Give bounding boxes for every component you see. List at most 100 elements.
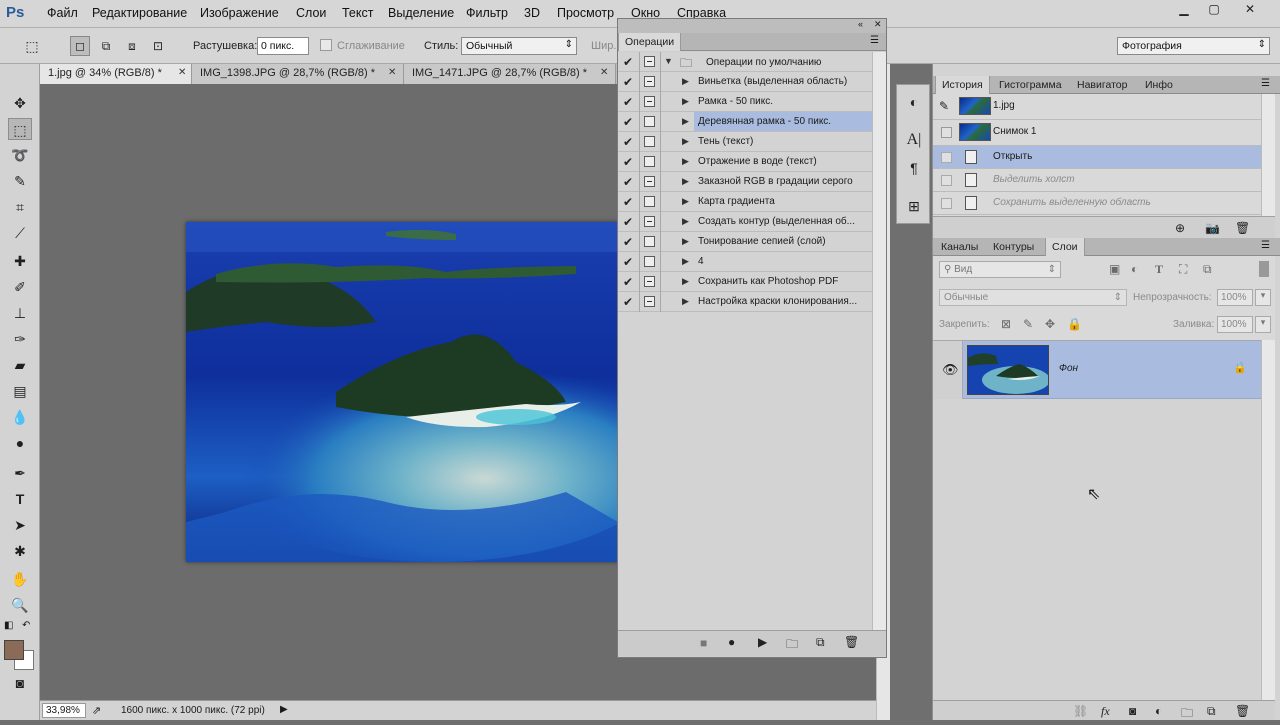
history-scrollbar[interactable] <box>1261 94 1275 216</box>
record-icon[interactable]: ● <box>728 635 735 649</box>
close-icon[interactable]: ✕ <box>874 19 882 30</box>
lock-position-icon[interactable]: ✥ <box>1045 317 1055 331</box>
check-icon[interactable]: ✔ <box>623 255 635 269</box>
history-source-box[interactable] <box>941 152 952 163</box>
new-document-from-state-icon[interactable]: ⊕ <box>1175 221 1185 235</box>
dialog-toggle[interactable] <box>644 216 655 227</box>
paragraph-icon[interactable]: ¶ <box>903 157 925 179</box>
minimize-icon[interactable]: ▁ <box>1170 0 1198 18</box>
export-icon[interactable]: ⇗ <box>92 704 101 717</box>
dialog-toggle[interactable] <box>644 296 655 307</box>
close-icon[interactable]: ✕ <box>178 67 186 78</box>
close-icon[interactable]: ✕ <box>1236 0 1264 18</box>
filter-pixel-icon[interactable]: ▣ <box>1109 262 1120 276</box>
lock-pixels-icon[interactable]: ✎ <box>1023 317 1033 331</box>
dialog-toggle[interactable] <box>644 96 655 107</box>
history-source-box[interactable] <box>941 175 952 186</box>
history-snapshot-1[interactable]: Снимок 1 <box>933 120 1261 146</box>
panel-menu-icon[interactable]: ☰ <box>870 35 879 46</box>
dialog-toggle[interactable] <box>644 116 655 127</box>
layer-comps-icon[interactable]: ⊞ <box>903 195 925 217</box>
chevron-down-icon[interactable]: ▾ <box>1255 289 1271 306</box>
move-tool-icon[interactable]: ✥ <box>8 92 32 114</box>
check-icon[interactable]: ✔ <box>623 235 635 249</box>
filter-smartobject-icon[interactable]: ⧉ <box>1203 262 1212 277</box>
tab-channels[interactable]: Каналы <box>935 238 984 256</box>
add-selection-icon[interactable]: ⧉ <box>96 36 116 56</box>
expand-right-icon[interactable]: ▶ <box>682 76 689 87</box>
antialias-checkbox[interactable] <box>320 39 332 51</box>
history-step[interactable]: Сохранить выделенную область <box>933 192 1261 215</box>
path-select-tool-icon[interactable]: ➤ <box>8 514 32 536</box>
filter-toggle[interactable] <box>1259 261 1269 277</box>
crop-tool-icon[interactable]: ⌗ <box>8 196 32 218</box>
check-icon[interactable]: ✔ <box>623 195 635 209</box>
dialog-toggle[interactable] <box>644 56 655 67</box>
action-row[interactable]: ✔ ▶ Рамка - 50 пикс. <box>618 92 872 112</box>
feather-input[interactable]: 0 пикс. <box>257 37 309 55</box>
menu-image[interactable]: Изображение <box>200 6 279 20</box>
action-row[interactable]: ✔ ▶ Создать контур (выделенная об... <box>618 212 872 232</box>
character-icon[interactable]: A| <box>903 129 925 151</box>
brush-tool-icon[interactable]: ✐ <box>8 276 32 298</box>
menu-select[interactable]: Выделение <box>388 6 454 20</box>
link-layers-icon[interactable]: ⛓ <box>1073 704 1088 718</box>
default-colors-icon[interactable]: ◧ <box>4 620 13 631</box>
action-set-row[interactable]: ✔ ▼ 🗀 Операции по умолчанию <box>618 52 872 72</box>
close-icon[interactable]: ✕ <box>600 67 608 78</box>
history-source-box[interactable] <box>941 198 952 209</box>
new-set-folder-icon[interactable]: 🗀 <box>786 635 798 656</box>
clone-stamp-tool-icon[interactable]: ⊥ <box>8 302 32 324</box>
dialog-toggle[interactable] <box>644 276 655 287</box>
check-icon[interactable]: ✔ <box>623 95 635 109</box>
lock-all-icon[interactable]: 🔒 <box>1067 317 1082 331</box>
new-layer-icon[interactable]: ⧉ <box>1207 704 1216 719</box>
expand-right-icon[interactable]: ▶ <box>682 256 689 267</box>
tab-navigator[interactable]: Навигатор <box>1071 76 1133 94</box>
play-icon[interactable]: ▶ <box>758 635 767 649</box>
dialog-toggle[interactable] <box>644 156 655 167</box>
action-row[interactable]: ✔ ▶ Отражение в воде (текст) <box>618 152 872 172</box>
dialog-toggle[interactable] <box>644 176 655 187</box>
quick-mask-icon[interactable]: ◙ <box>8 672 32 694</box>
dialog-toggle[interactable] <box>644 236 655 247</box>
adjustment-layer-icon[interactable]: ◐ <box>1155 704 1162 718</box>
type-tool-icon[interactable]: T <box>8 488 32 510</box>
expand-right-icon[interactable]: ▶ <box>682 136 689 147</box>
dialog-toggle[interactable] <box>644 136 655 147</box>
check-icon[interactable]: ✔ <box>623 75 635 89</box>
tab-img1471[interactable]: IMG_1471.JPG @ 28,7% (RGB/8) * ✕ <box>404 64 616 84</box>
menu-layers[interactable]: Слои <box>296 6 326 20</box>
panel-drag-bar[interactable]: « ✕ <box>618 19 886 33</box>
tab-layers[interactable]: Слои <box>1045 238 1085 256</box>
history-source-box[interactable] <box>941 127 952 138</box>
menu-view[interactable]: Просмотр <box>557 6 614 20</box>
menu-type[interactable]: Текст <box>342 6 373 20</box>
quick-select-tool-icon[interactable]: ✎ <box>8 170 32 192</box>
expand-down-icon[interactable]: ▼ <box>664 56 673 66</box>
eye-icon[interactable]: 👁 <box>942 362 959 378</box>
style-select[interactable]: Обычный <box>461 37 577 55</box>
blend-mode-select[interactable]: Обычные ⇕ <box>939 289 1127 306</box>
action-row[interactable]: ✔ ▶ Виньетка (выделенная область) <box>618 72 872 92</box>
add-mask-icon[interactable]: ◙ <box>1129 704 1136 718</box>
new-action-icon[interactable]: ⧉ <box>816 635 825 650</box>
tab-histogram[interactable]: Гистограмма <box>993 76 1068 94</box>
dialog-toggle[interactable] <box>644 256 655 267</box>
action-row[interactable]: ✔ ▶ Деревянная рамка - 50 пикс. <box>618 112 872 132</box>
pen-tool-icon[interactable]: ✒ <box>8 462 32 484</box>
adjustments-icon[interactable]: ◐ <box>903 91 925 113</box>
menu-edit[interactable]: Редактирование <box>92 6 187 20</box>
tab-paths[interactable]: Контуры <box>987 238 1040 256</box>
check-icon[interactable]: ✔ <box>623 295 635 309</box>
history-snapshot-doc[interactable]: ✎ 1.jpg <box>933 94 1261 120</box>
menu-3d[interactable]: 3D <box>524 6 540 20</box>
dialog-toggle[interactable] <box>644 76 655 87</box>
tab-img1398[interactable]: IMG_1398.JPG @ 28,7% (RGB/8) * ✕ <box>192 64 404 84</box>
expand-right-icon[interactable]: ▶ <box>682 236 689 247</box>
tab-1jpg[interactable]: 1.jpg @ 34% (RGB/8) * ✕ <box>40 64 192 84</box>
gradient-tool-icon[interactable]: ▤ <box>8 380 32 402</box>
eyedropper-tool-icon[interactable]: ⟋ <box>8 222 32 244</box>
tab-info[interactable]: Инфо <box>1139 76 1179 94</box>
check-icon[interactable]: ✔ <box>623 135 635 149</box>
